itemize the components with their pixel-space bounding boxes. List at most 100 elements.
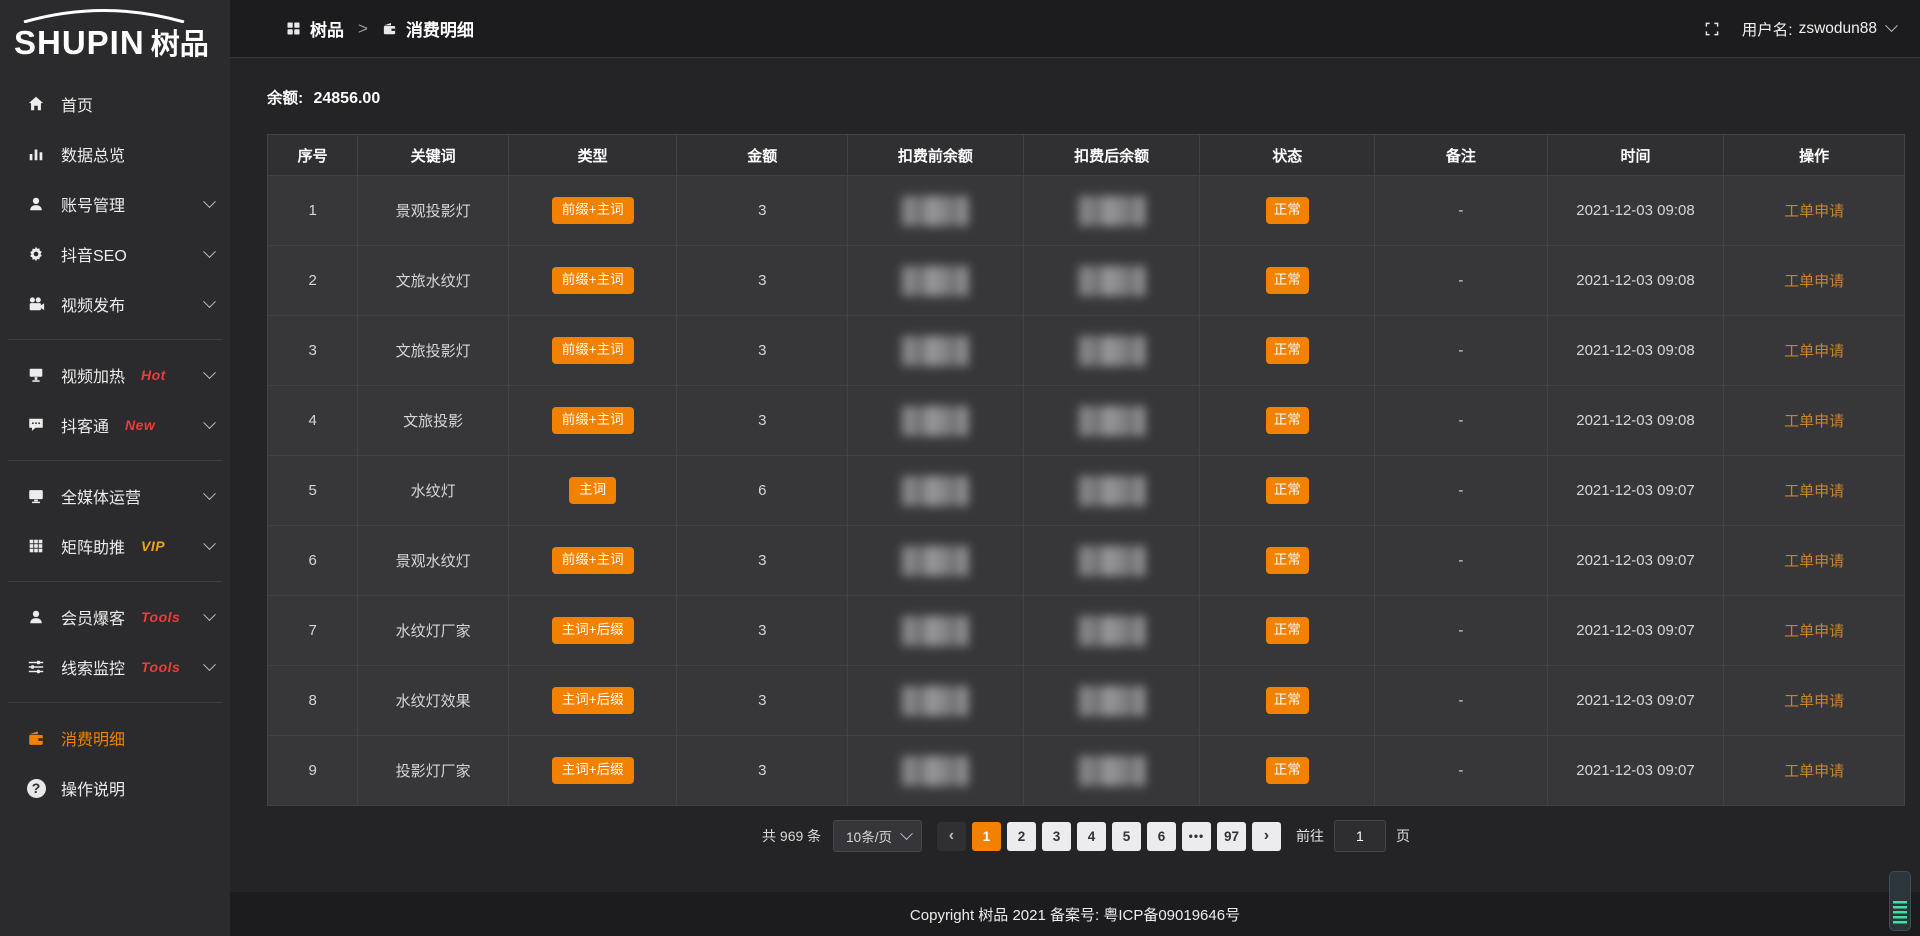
- home-icon: [26, 94, 46, 114]
- ticket-apply-link[interactable]: 工单申请: [1784, 203, 1844, 220]
- page-button-6[interactable]: 6: [1147, 822, 1176, 851]
- status-badge: 正常: [1266, 687, 1309, 714]
- cell-remark: -: [1375, 596, 1548, 666]
- sidebar-item-member-baoke[interactable]: 会员爆客Tools: [0, 592, 230, 642]
- cell-balance-before: [848, 176, 1024, 246]
- sidebar-item-label: 首页: [61, 92, 93, 116]
- cell-balance-before: [848, 246, 1024, 316]
- cell-time: 2021-12-03 09:07: [1547, 666, 1724, 736]
- cell-balance-after: [1023, 596, 1200, 666]
- cell-balance-after: [1023, 526, 1200, 596]
- blurred-balance-value: [1079, 546, 1145, 576]
- sidebar-badge-vip: VIP: [141, 538, 165, 554]
- blurred-balance-value: [1079, 266, 1145, 296]
- user-icon: [26, 194, 46, 214]
- ticket-apply-link[interactable]: 工单申请: [1784, 273, 1844, 290]
- goto-page-input[interactable]: [1334, 820, 1386, 852]
- cell-balance-before: [848, 456, 1024, 526]
- cell-status: 正常: [1200, 316, 1375, 386]
- sidebar-item-douketong[interactable]: 抖客通New: [0, 400, 230, 450]
- wallet-icon: [26, 728, 46, 748]
- blurred-balance-value: [902, 406, 968, 436]
- ticket-apply-link[interactable]: 工单申请: [1784, 693, 1844, 710]
- cell-index: 5: [268, 456, 358, 526]
- per-page-select[interactable]: 10条/页: [833, 820, 922, 852]
- cell-balance-before: [848, 526, 1024, 596]
- cell-type: 前缀+主词: [508, 246, 677, 316]
- sidebar-item-matrix-boost[interactable]: 矩阵助推 VIP: [0, 521, 230, 571]
- type-badge: 主词+后缀: [552, 687, 634, 714]
- video-icon: [26, 294, 46, 314]
- sidebar-item-douyin-seo[interactable]: 抖音SEO: [0, 229, 230, 279]
- cell-keyword: 景观水纹灯: [358, 526, 509, 596]
- cell-amount: 3: [677, 666, 848, 736]
- cell-action: 工单申请: [1724, 386, 1905, 456]
- corner-widget[interactable]: [1889, 871, 1911, 931]
- cell-time: 2021-12-03 09:07: [1547, 736, 1724, 806]
- page-button-3[interactable]: 3: [1042, 822, 1071, 851]
- ticket-apply-link[interactable]: 工单申请: [1784, 413, 1844, 430]
- ticket-apply-link[interactable]: 工单申请: [1784, 763, 1844, 780]
- table-row: 3文旅投影灯前缀+主词3正常-2021-12-03 09:08工单申请: [268, 316, 1905, 386]
- blurred-balance-value: [902, 686, 968, 716]
- sidebar-item-clue-monitor[interactable]: 线索监控Tools: [0, 642, 230, 692]
- next-page-button[interactable]: ›: [1252, 822, 1281, 851]
- user-icon: [26, 607, 46, 627]
- status-badge: 正常: [1266, 757, 1309, 784]
- sidebar-item-media-operation[interactable]: 全媒体运营: [0, 471, 230, 521]
- sidebar-item-home[interactable]: 首页: [0, 79, 230, 129]
- page-ellipsis[interactable]: •••: [1182, 822, 1211, 851]
- ticket-apply-link[interactable]: 工单申请: [1784, 553, 1844, 570]
- sidebar-item-video-heat[interactable]: 视频加热Hot: [0, 350, 230, 400]
- chevron-down-icon: [203, 366, 216, 379]
- page-button-1[interactable]: 1: [972, 822, 1001, 851]
- breadcrumb-item-current: 消费明细: [406, 16, 474, 41]
- cell-balance-after: [1023, 456, 1200, 526]
- cell-type: 前缀+主词: [508, 526, 677, 596]
- user-menu[interactable]: 用户名: zswodun88: [1742, 18, 1896, 40]
- blurred-balance-value: [902, 266, 968, 296]
- cell-action: 工单申请: [1724, 246, 1905, 316]
- comment-icon: [26, 415, 46, 435]
- page-button-4[interactable]: 4: [1077, 822, 1106, 851]
- sidebar-item-label: 数据总览: [61, 142, 125, 166]
- sidebar-item-label: 抖客通: [61, 413, 109, 437]
- sidebar-item-data-overview[interactable]: 数据总览: [0, 129, 230, 179]
- cell-type: 前缀+主词: [508, 176, 677, 246]
- status-badge: 正常: [1266, 267, 1309, 294]
- sidebar-item-video-publish[interactable]: 视频发布: [0, 279, 230, 329]
- page-button-2[interactable]: 2: [1007, 822, 1036, 851]
- cell-index: 4: [268, 386, 358, 456]
- cell-type: 前缀+主词: [508, 316, 677, 386]
- cell-keyword: 文旅投影灯: [358, 316, 509, 386]
- type-badge: 主词+后缀: [552, 757, 634, 784]
- sidebar-item-label: 矩阵助推: [61, 534, 125, 558]
- sidebar-item-help[interactable]: ?操作说明: [0, 763, 230, 813]
- page-button-5[interactable]: 5: [1112, 822, 1141, 851]
- ticket-apply-link[interactable]: 工单申请: [1784, 483, 1844, 500]
- cell-action: 工单申请: [1724, 176, 1905, 246]
- table-header-row: 序号关键词类型金额扣费前余额扣费后余额状态备注时间操作: [268, 135, 1905, 176]
- status-badge: 正常: [1266, 547, 1309, 574]
- sidebar-item-consume-detail[interactable]: 消费明细: [0, 713, 230, 763]
- cell-remark: -: [1375, 736, 1548, 806]
- chevron-down-icon: [900, 827, 913, 840]
- cell-status: 正常: [1200, 176, 1375, 246]
- status-badge: 正常: [1266, 617, 1309, 644]
- sidebar-item-label: 视频发布: [61, 292, 125, 316]
- prev-page-button[interactable]: ‹: [937, 822, 966, 851]
- goto-label: 前往: [1296, 826, 1324, 846]
- ticket-apply-link[interactable]: 工单申请: [1784, 343, 1844, 360]
- cell-type: 主词+后缀: [508, 596, 677, 666]
- cell-action: 工单申请: [1724, 316, 1905, 386]
- sidebar-item-account-manage[interactable]: 账号管理: [0, 179, 230, 229]
- blurred-balance-value: [1079, 476, 1145, 506]
- ticket-apply-link[interactable]: 工单申请: [1784, 623, 1844, 640]
- cell-status: 正常: [1200, 666, 1375, 736]
- blurred-balance-value: [1079, 686, 1145, 716]
- cell-time: 2021-12-03 09:08: [1547, 316, 1724, 386]
- fullscreen-icon[interactable]: [1704, 21, 1720, 37]
- blurred-balance-value: [902, 196, 968, 226]
- page-button-97[interactable]: 97: [1217, 822, 1246, 851]
- breadcrumb-item-home[interactable]: 树品: [310, 16, 344, 41]
